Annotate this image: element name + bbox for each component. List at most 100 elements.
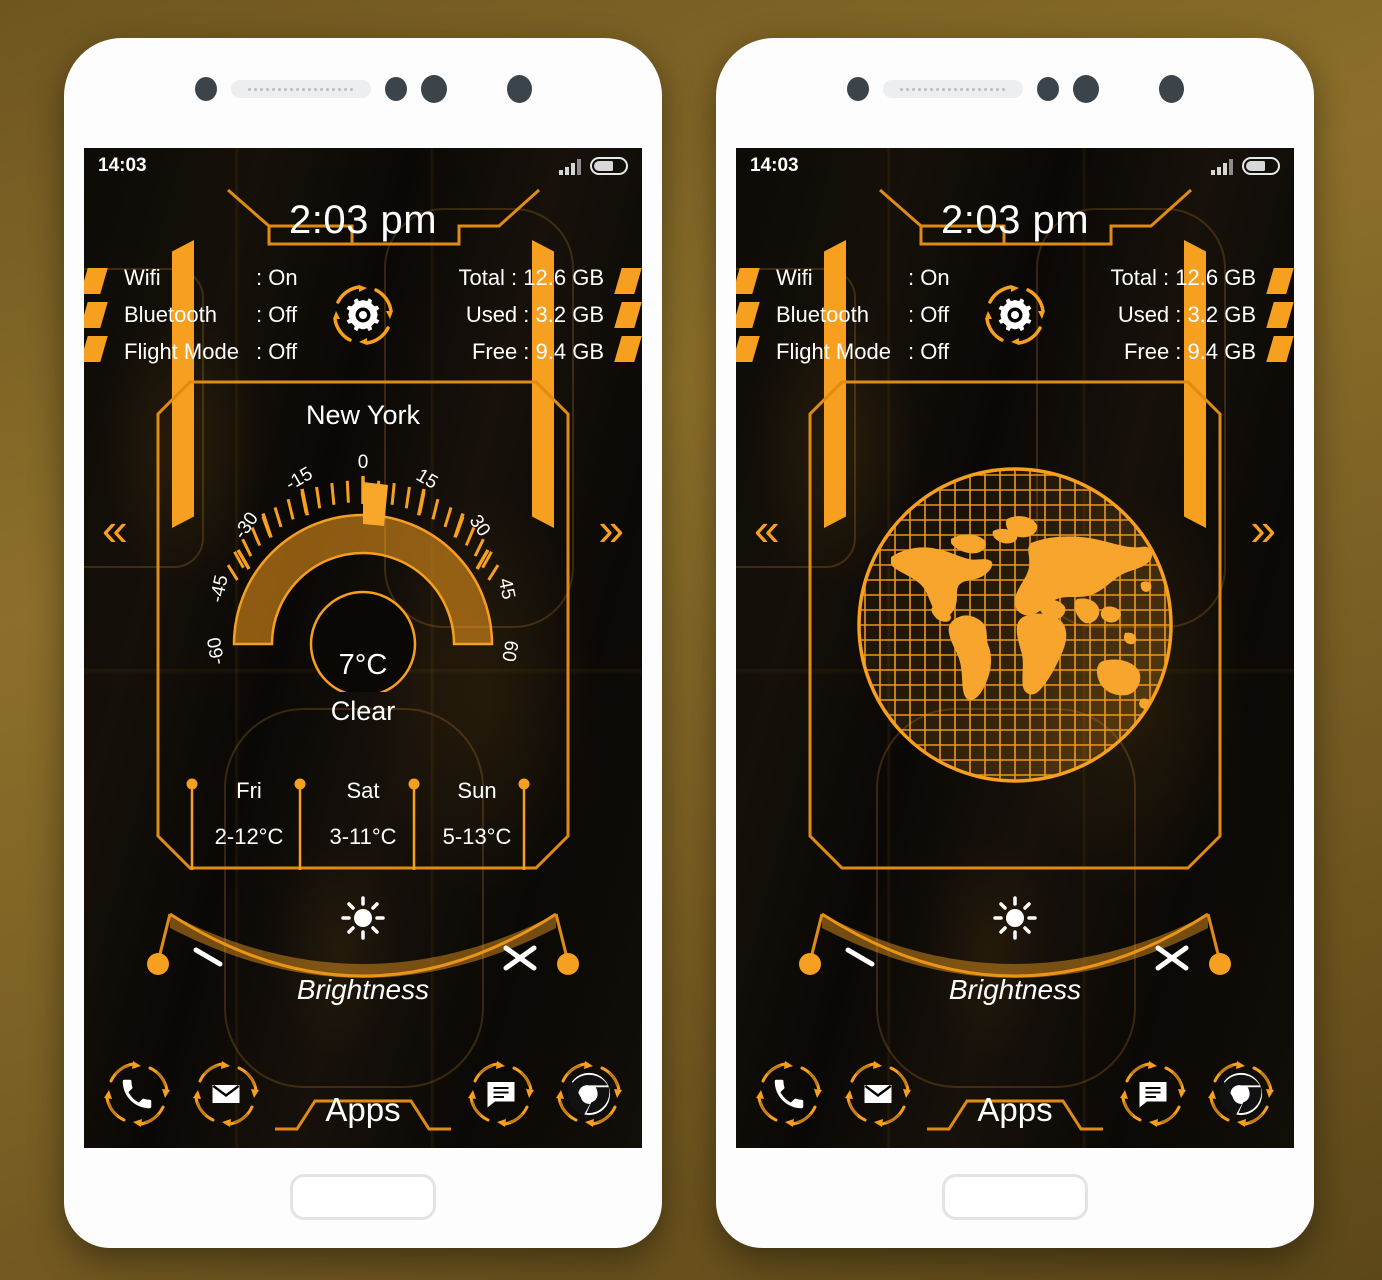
apps-button[interactable]: Apps — [275, 1055, 451, 1133]
signal-bars-icon — [1211, 158, 1233, 175]
message-icon — [487, 1082, 514, 1108]
clock-time: 2:03 pm — [288, 198, 438, 242]
clock-time: 2:03 pm — [940, 198, 1090, 242]
toggle-bluetooth[interactable]: Bluetooth : Off — [776, 296, 1008, 333]
forecast-day: Fri — [236, 778, 262, 803]
forecast-item[interactable]: Fri 2-12°C — [192, 772, 306, 870]
storage-used: Used : 3.2 GB — [465, 301, 604, 327]
storage-column: Total : 12.6 GB Used : 3.2 GB Free : 9.4… — [364, 259, 618, 370]
brightness-handle-max — [1209, 953, 1231, 975]
chrome-icon — [1219, 1072, 1263, 1116]
dock-item-chrome[interactable] — [550, 1055, 628, 1133]
toggle-wifi-value: : On — [256, 264, 298, 290]
dock-item-phone[interactable] — [750, 1055, 828, 1133]
light-sensor-icon — [1036, 77, 1059, 101]
toggle-flight-mode[interactable]: Flight Mode : Off — [124, 333, 356, 370]
light-sensor-icon — [384, 77, 407, 101]
dock-item-messages[interactable] — [1114, 1055, 1192, 1133]
storage-column: Total : 12.6 GB Used : 3.2 GB Free : 9.4… — [1016, 259, 1270, 370]
weather-panel[interactable]: New York 0 15 30 45 60 -15 -30 -45 -60 7… — [156, 380, 570, 870]
dock-item-phone[interactable] — [98, 1055, 176, 1133]
toggle-wifi-value: : On — [908, 264, 950, 290]
dock-item-mail[interactable] — [187, 1055, 265, 1133]
gear-icon[interactable] — [326, 278, 400, 352]
forecast-item[interactable]: Sat 3-11°C — [306, 772, 420, 870]
gear-icon[interactable] — [978, 278, 1052, 352]
brightness-slider[interactable]: Brightness — [736, 888, 1294, 1028]
toggle-wifi[interactable]: Wifi : On — [776, 259, 1008, 296]
chevron-left-double-icon[interactable]: « — [754, 506, 780, 552]
apps-label: Apps — [977, 1091, 1053, 1128]
dock-item-mail[interactable] — [839, 1055, 917, 1133]
phone-screen-right[interactable]: 14:03 2:03 pm Wifi : On Bluetooth: Off … — [736, 148, 1294, 1148]
svg-text:15: 15 — [412, 465, 441, 494]
globe-panel[interactable] — [808, 380, 1222, 870]
toggle-wifi-label: Wifi — [776, 264, 813, 290]
home-button[interactable] — [290, 1174, 436, 1220]
dock-bar: Apps — [736, 1040, 1294, 1148]
phone-device-right: 14:03 2:03 pm Wifi : On Bluetooth: Off … — [716, 38, 1314, 1248]
dock-item-chrome[interactable] — [1202, 1055, 1280, 1133]
toggle-wifi[interactable]: Wifi : On — [124, 259, 356, 296]
toggle-bluetooth-label: Bluetooth — [124, 301, 217, 327]
accent-stripes-right — [614, 266, 642, 362]
toggle-bluetooth-value: : Off — [256, 301, 298, 327]
brightness-arc — [147, 896, 579, 978]
toggle-flight-mode-value: : Off — [908, 338, 950, 364]
weather-city: New York — [305, 400, 421, 430]
earpiece-speaker — [882, 80, 1023, 98]
front-camera-icon — [420, 75, 447, 103]
brightness-handle-min — [799, 953, 821, 975]
accent-stripes-left — [84, 266, 108, 362]
accent-stripes-right — [1266, 266, 1294, 362]
forecast-item[interactable]: Sun 5-13°C — [420, 772, 534, 870]
dock-item-messages[interactable] — [462, 1055, 540, 1133]
forecast-day: Sun — [457, 778, 497, 803]
forecast-day: Sat — [346, 778, 380, 803]
dock-bar: Apps — [84, 1040, 642, 1148]
storage-total: Total : 12.6 GB — [1110, 264, 1256, 290]
chevron-left-double-icon[interactable]: « — [102, 506, 128, 552]
home-button[interactable] — [942, 1174, 1088, 1220]
toggle-wifi-label: Wifi — [124, 264, 161, 290]
weather-condition: Clear — [330, 696, 396, 726]
phone-device-left: 14:03 2:03 pm Wifi : On Bluetooth: Off … — [64, 38, 662, 1248]
brightness-slider[interactable]: Brightness — [84, 888, 642, 1028]
svg-text:0: 0 — [358, 452, 369, 473]
forecast-range: 3-11°C — [329, 824, 397, 849]
toggle-flight-mode[interactable]: Flight Mode : Off — [776, 333, 1008, 370]
message-icon — [1139, 1082, 1166, 1108]
battery-icon — [1242, 157, 1280, 175]
weather-forecast: Fri 2-12°C Sat 3-11°C Sun 5-13°C — [156, 758, 570, 870]
toggle-bluetooth-label: Bluetooth — [776, 301, 869, 327]
chevron-right-double-icon[interactable]: » — [1250, 506, 1276, 552]
toggle-bluetooth[interactable]: Bluetooth : Off — [124, 296, 356, 333]
svg-text:-45: -45 — [206, 573, 232, 604]
status-bar: 14:03 — [736, 148, 1294, 184]
chevron-right-double-icon[interactable]: » — [598, 506, 624, 552]
led-indicator-icon — [1158, 75, 1184, 103]
quick-info-panel: Wifi : On Bluetooth : Off Flight Mode : … — [84, 256, 642, 372]
apps-button[interactable]: Apps — [927, 1055, 1103, 1133]
status-bar: 14:03 — [84, 148, 642, 184]
svg-text:45: 45 — [494, 576, 519, 601]
quick-info-panel: Wifi : On Bluetooth : Off Flight Mode : … — [736, 256, 1294, 372]
temperature-gauge: 0 15 30 45 60 -15 -30 -45 -60 7°C — [198, 442, 528, 698]
phone-screen-left[interactable]: 14:03 2:03 pm Wifi : On Bluetooth: Off … — [84, 148, 642, 1148]
phone-icon — [774, 1079, 804, 1109]
toggle-flight-mode-value: : Off — [256, 338, 298, 364]
brightness-handle-min — [147, 953, 169, 975]
proximity-sensor-icon — [846, 77, 869, 101]
earpiece-speaker — [230, 80, 371, 98]
battery-icon — [590, 157, 628, 175]
phone-top-sensors — [64, 66, 662, 112]
globe-wireframe-icon — [857, 467, 1173, 783]
forecast-range: 5-13°C — [442, 824, 512, 849]
apps-label: Apps — [325, 1091, 401, 1128]
forecast-range: 2-12°C — [214, 824, 284, 849]
front-camera-icon — [1072, 75, 1099, 103]
brightness-label: Brightness — [948, 974, 1082, 1005]
toggle-bluetooth-value: : Off — [908, 301, 950, 327]
phone-icon — [122, 1079, 152, 1109]
storage-used: Used : 3.2 GB — [1117, 301, 1256, 327]
